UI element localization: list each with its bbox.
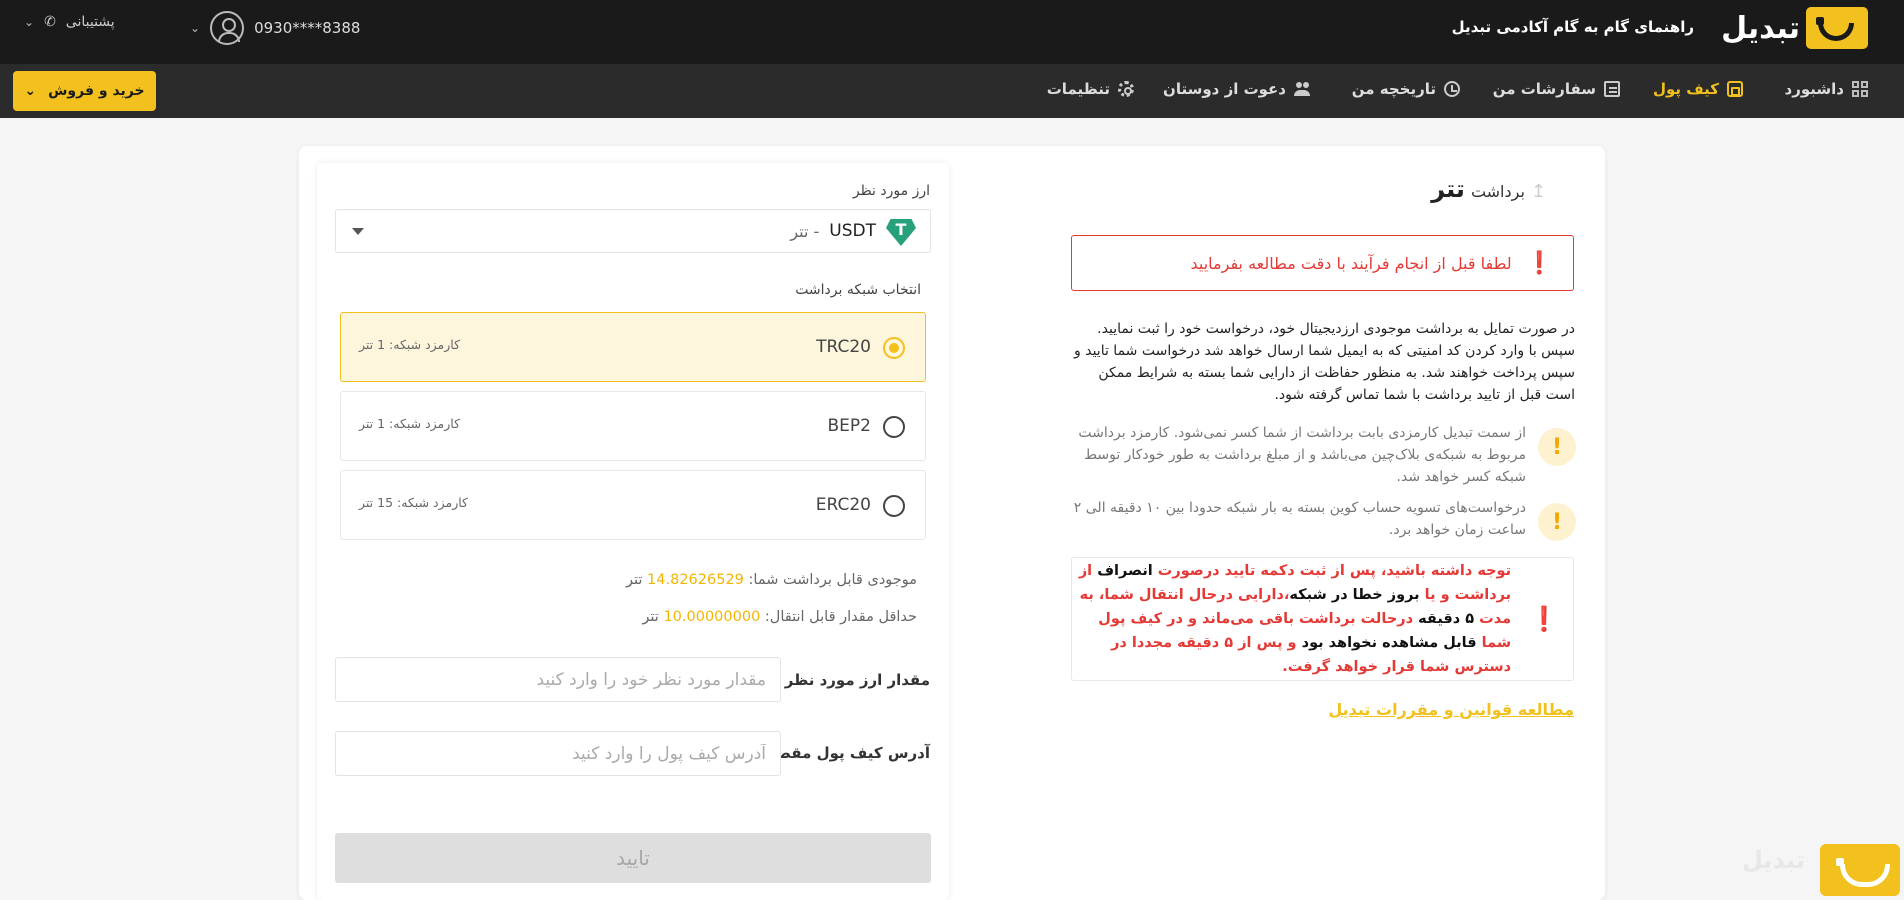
logo-mark-icon	[1806, 7, 1868, 49]
page-title-coin: تتر	[1431, 175, 1465, 203]
settlement-note-text: درخواست‌های تسویه حساب کوین بسته به بار …	[1073, 500, 1526, 538]
amount-input[interactable]	[335, 657, 781, 702]
wallet-icon	[1727, 81, 1743, 97]
network-label: انتخاب شبکه برداشت	[795, 282, 921, 298]
min-unit: تتر	[642, 609, 659, 625]
orders-icon	[1604, 81, 1620, 97]
currency-name: - تتر	[790, 221, 820, 241]
balance-value: 14.82626529	[647, 572, 744, 588]
exclamation-icon: ❗	[1529, 605, 1559, 633]
nav-invite-label: دعوت از دوستان	[1163, 80, 1286, 98]
network-name: ERC20	[815, 495, 871, 515]
history-icon	[1444, 81, 1460, 97]
warning-text: لطفا قبل از انجام فرآیند با دقت مطالعه ب…	[1190, 253, 1512, 273]
dashboard-icon	[1852, 81, 1868, 97]
network-name: BEP2	[827, 416, 871, 436]
nav-invite[interactable]: دعوت از دوستان	[1163, 80, 1310, 98]
fee-note-text: از سمت تبدیل کارمزدی بابت برداشت از شما …	[1078, 425, 1526, 485]
radio-icon[interactable]	[883, 416, 905, 438]
rules-link[interactable]: مطالعه قوانین و مقررات تبدیل	[1328, 700, 1574, 719]
page-title: ↥ برداشت تتر	[1431, 175, 1546, 203]
min-value: 10.00000000	[663, 609, 761, 625]
settlement-note: ! درخواست‌های تسویه حساب کوین بسته به با…	[1071, 497, 1576, 541]
top-bar: تبدیل راهنمای گام به گام آکادمی تبدیل ⌄ …	[0, 0, 1904, 64]
nav-academy[interactable]: آکادمی تبدیل	[1452, 18, 1548, 36]
address-input[interactable]	[335, 731, 781, 776]
nav-history[interactable]: تاریخچه من	[1352, 80, 1460, 98]
exclamation-icon: !	[1538, 428, 1576, 466]
arrow-up-icon: ↥	[1530, 181, 1546, 202]
user-menu[interactable]: ⌄ 0930****8388	[190, 10, 360, 46]
page-title-prefix: برداشت	[1470, 182, 1525, 201]
phone-icon: ✆	[44, 14, 56, 30]
currency-select[interactable]: USDT - تتر	[335, 209, 931, 253]
network-option-bep2[interactable]: BEP2 کارمزد شبکه: 1 تتر	[340, 391, 926, 461]
user-avatar-icon	[210, 11, 245, 45]
support-menu[interactable]: ⌄ ✆ پشتیبانی	[24, 14, 115, 30]
amount-label: مقدار ارز مورد نظر	[784, 671, 930, 689]
network-fee: کارمزد شبکه: 1 تتر	[359, 416, 461, 431]
nav-wallet-label: کیف پول	[1653, 80, 1719, 98]
currency-code: USDT	[829, 221, 876, 241]
nav-settings-label: تنظیمات	[1046, 80, 1110, 98]
network-name: TRC20	[816, 337, 871, 357]
tether-icon	[886, 216, 916, 246]
network-option-erc20[interactable]: ERC20 کارمزد شبکه: 15 تتر	[340, 470, 926, 540]
balance-unit: تتر	[626, 572, 643, 588]
brand-logo[interactable]: تبدیل	[1721, 7, 1868, 49]
chevron-down-icon: ⌄	[24, 83, 37, 99]
support-label: پشتیبانی	[65, 14, 115, 30]
nav-orders[interactable]: سفارشات من	[1493, 80, 1620, 98]
logo-text: تبدیل	[1721, 10, 1800, 46]
nav-dashboard[interactable]: داشبورد	[1785, 80, 1868, 98]
balance-label: موجودی قابل برداشت شما:	[748, 572, 917, 588]
exclamation-icon: ❗	[1525, 250, 1553, 276]
nav-step-guide[interactable]: راهنمای گام به گام	[1553, 18, 1694, 36]
chevron-down-icon: ⌄	[190, 21, 201, 35]
confirm-button[interactable]: تایید	[335, 833, 931, 883]
radio-checked-icon[interactable]	[883, 337, 905, 359]
minimum-transfer: حداقل مقدار قابل انتقال: 10.00000000 تتر	[642, 609, 917, 625]
watermark-text: تبدیل	[1742, 846, 1806, 874]
chat-widget-logo-icon[interactable]	[1820, 844, 1900, 896]
read-carefully-warning: ❗ لطفا قبل از انجام فرآیند با دقت مطالعه…	[1071, 235, 1574, 291]
user-phone: 0930****8388	[254, 19, 361, 37]
exclamation-icon: !	[1538, 503, 1576, 541]
buy-sell-label: خرید و فروش	[48, 83, 145, 99]
fee-note: ! از سمت تبدیل کارمزدی بابت برداشت از شم…	[1071, 422, 1576, 488]
withdraw-description: در صورت تمایل به برداشت موجودی ارزدیجیتا…	[1074, 321, 1575, 403]
main-nav: داشبورد کیف پول سفارشات من تاریخچه من دع…	[0, 64, 1904, 118]
caret-down-icon	[352, 228, 364, 235]
buy-sell-button[interactable]: ⌄ خرید و فروش	[13, 71, 156, 111]
available-balance: موجودی قابل برداشت شما: 14.82626529 تتر	[626, 572, 917, 588]
chevron-down-icon: ⌄	[24, 15, 35, 29]
cancel-alert-text: توجه داشته باشید، پس از ثبت دکمه تایید د…	[1078, 563, 1512, 675]
network-fee: کارمزد شبکه: 1 تتر	[359, 337, 461, 352]
network-fee: کارمزد شبکه: 15 تتر	[359, 495, 468, 510]
nav-wallet[interactable]: کیف پول	[1653, 80, 1743, 98]
cancel-alert: ❗ توجه داشته باشید، پس از ثبت دکمه تایید…	[1071, 557, 1574, 681]
min-label: حداقل مقدار قابل انتقال:	[764, 609, 917, 625]
address-label: آدرس کیف پول مقصد	[767, 744, 930, 762]
nav-settings[interactable]: تنظیمات	[1047, 80, 1134, 98]
radio-icon[interactable]	[883, 495, 905, 517]
nav-dashboard-label: داشبورد	[1784, 80, 1844, 98]
network-option-trc20[interactable]: TRC20 کارمزد شبکه: 1 تتر	[340, 312, 926, 382]
nav-orders-label: سفارشات من	[1492, 80, 1596, 98]
users-icon	[1294, 81, 1310, 97]
gear-icon	[1118, 81, 1134, 97]
currency-label: ارز مورد نظر	[852, 183, 930, 199]
nav-history-label: تاریخچه من	[1351, 80, 1436, 98]
